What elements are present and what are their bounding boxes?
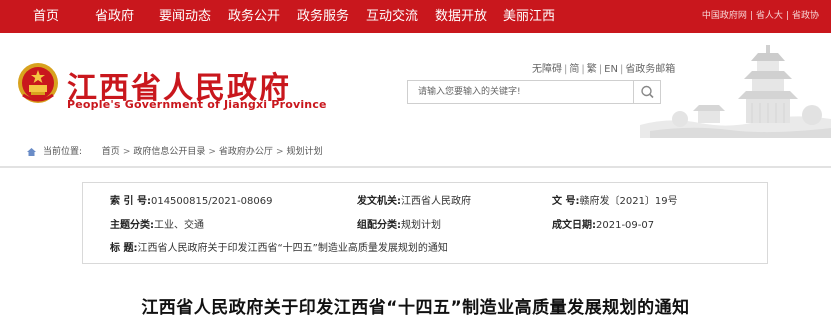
link-traditional[interactable]: 繁	[587, 64, 597, 75]
top-right-links: 中国政府网 | 省人大 | 省政协	[701, 11, 819, 21]
link-accessibility[interactable]: 无障碍	[532, 64, 562, 75]
link-provincial-cppcc[interactable]: 省政协	[792, 11, 819, 21]
meta-group-category: 组配分类:规划计划	[357, 220, 441, 231]
document-title: 江西省人民政府关于印发江西省“十四五”制造业高质量发展规划的通知	[141, 298, 690, 318]
breadcrumb-planning[interactable]: 规划计划	[286, 147, 322, 157]
link-simplified[interactable]: 简	[569, 64, 579, 75]
breadcrumb-prefix: 当前位置:	[43, 147, 83, 157]
search-input[interactable]	[408, 81, 634, 103]
nav-item-provincial-government[interactable]: 省政府	[95, 0, 134, 33]
document-metadata-table: 索 引 号:014500815/2021-08069 发文机关:江西省人民政府 …	[82, 182, 768, 264]
nav-item-home[interactable]: 首页	[33, 0, 59, 33]
nav-item-interaction[interactable]: 互动交流	[366, 0, 418, 33]
nav-item-open-data[interactable]: 数据开放	[435, 0, 487, 33]
nav-item-government-affairs-disclosure[interactable]: 政务公开	[228, 0, 280, 33]
pavilion-illustration	[640, 45, 831, 138]
meta-document-number: 文 号:赣府发〔2021〕19号	[552, 196, 678, 207]
nav-item-government-services[interactable]: 政务服务	[297, 0, 349, 33]
meta-topic-category: 主题分类:工业、交通	[110, 220, 204, 231]
meta-index-number: 索 引 号:014500815/2021-08069	[110, 196, 273, 207]
meta-issuer: 发文机关:江西省人民政府	[357, 196, 471, 207]
location-icon	[27, 148, 36, 156]
top-nav-bar: 首页 省政府 要闻动态 政务公开 政务服务 互动交流 数据开放 美丽江西 中国政…	[0, 0, 831, 33]
site-logo-english: People's Government of Jiangxi Province	[67, 98, 327, 111]
section-divider	[0, 166, 831, 168]
link-china-gov[interactable]: 中国政府网	[702, 11, 747, 21]
breadcrumb-general-office[interactable]: 省政府办公厅	[219, 147, 273, 157]
meta-title: 标 题:江西省人民政府关于印发江西省“十四五”制造业高质量发展规划的通知	[110, 243, 448, 254]
search-box	[407, 80, 661, 104]
nav-item-news[interactable]: 要闻动态	[159, 0, 211, 33]
nav-item-beautiful-jiangxi[interactable]: 美丽江西	[503, 0, 555, 33]
national-emblem-icon	[18, 63, 58, 103]
breadcrumb-home[interactable]: 首页	[102, 147, 120, 157]
breadcrumb: 当前位置: 首页 > 政府信息公开目录 > 省政府办公厅 > 规划计划	[26, 144, 323, 160]
link-english[interactable]: EN	[604, 64, 618, 75]
meta-written-date: 成文日期:2021-09-07	[552, 220, 655, 231]
link-provincial-congress[interactable]: 省人大	[756, 11, 783, 21]
site-header: 江西省人民政府 People's Government of Jiangxi P…	[0, 33, 831, 138]
breadcrumb-info-disclosure[interactable]: 政府信息公开目录	[133, 147, 205, 157]
